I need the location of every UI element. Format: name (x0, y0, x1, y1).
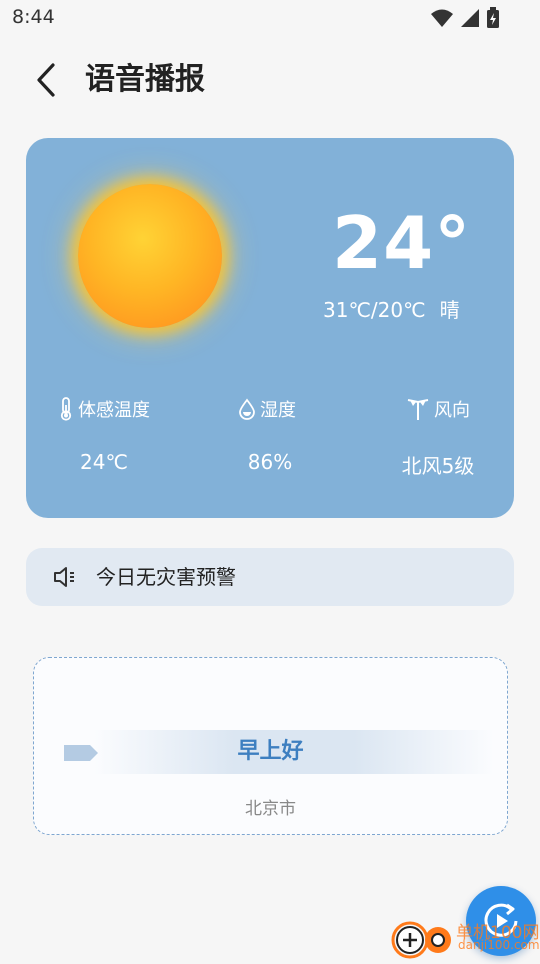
metric-humidity: 湿度 (238, 396, 296, 422)
temp-range-value: 31℃/20℃ (323, 298, 426, 322)
status-time: 8:44 (12, 6, 55, 28)
signal-icon (461, 9, 479, 27)
greeting-card: 早上好 北京市 (33, 657, 508, 835)
city-name: 北京市 (245, 799, 296, 819)
metric-value-humidity: 86% (247, 450, 293, 474)
metric-value-feels-like: 24℃ (80, 450, 128, 474)
metric-value-wind: 北风5级 (401, 454, 475, 478)
metric-wind: 风向 (406, 396, 470, 422)
page-title: 语音播报 (85, 62, 205, 97)
watermark-logo-icon (391, 921, 451, 959)
metric-label: 湿度 (260, 400, 296, 421)
sun-icon (78, 184, 222, 328)
metric-feels-like: 体感温度 (58, 396, 150, 422)
metric-label: 体感温度 (78, 400, 150, 421)
weather-condition: 晴 (439, 298, 460, 322)
battery-icon (487, 7, 499, 28)
speaker-icon (54, 567, 74, 587)
status-icons (430, 7, 500, 28)
weather-card: 24° 31℃/20℃ 晴 体感温度 24℃ 湿度 86% 风向 北风5级 (26, 138, 514, 518)
thermometer-icon (60, 397, 72, 421)
current-temperature: 24° (332, 201, 472, 285)
water-drop-icon (239, 398, 255, 420)
disaster-alert-bar: 今日无灾害预警 (26, 548, 514, 606)
metric-label: 风向 (434, 400, 470, 421)
status-bar: 8:44 (0, 0, 540, 36)
watermark-url: danji100.com (458, 938, 540, 952)
nav-bar: 语音播报 (0, 50, 540, 110)
watermark: 单机100网 danji100.com (390, 914, 540, 960)
back-button[interactable] (26, 60, 66, 100)
temperature-range: 31℃/20℃ 晴 (323, 294, 460, 323)
chevron-left-icon (37, 63, 55, 97)
wifi-icon (431, 9, 453, 27)
alert-text: 今日无灾害预警 (96, 565, 236, 589)
greeting-text: 早上好 (237, 739, 304, 764)
wind-icon (407, 399, 429, 420)
